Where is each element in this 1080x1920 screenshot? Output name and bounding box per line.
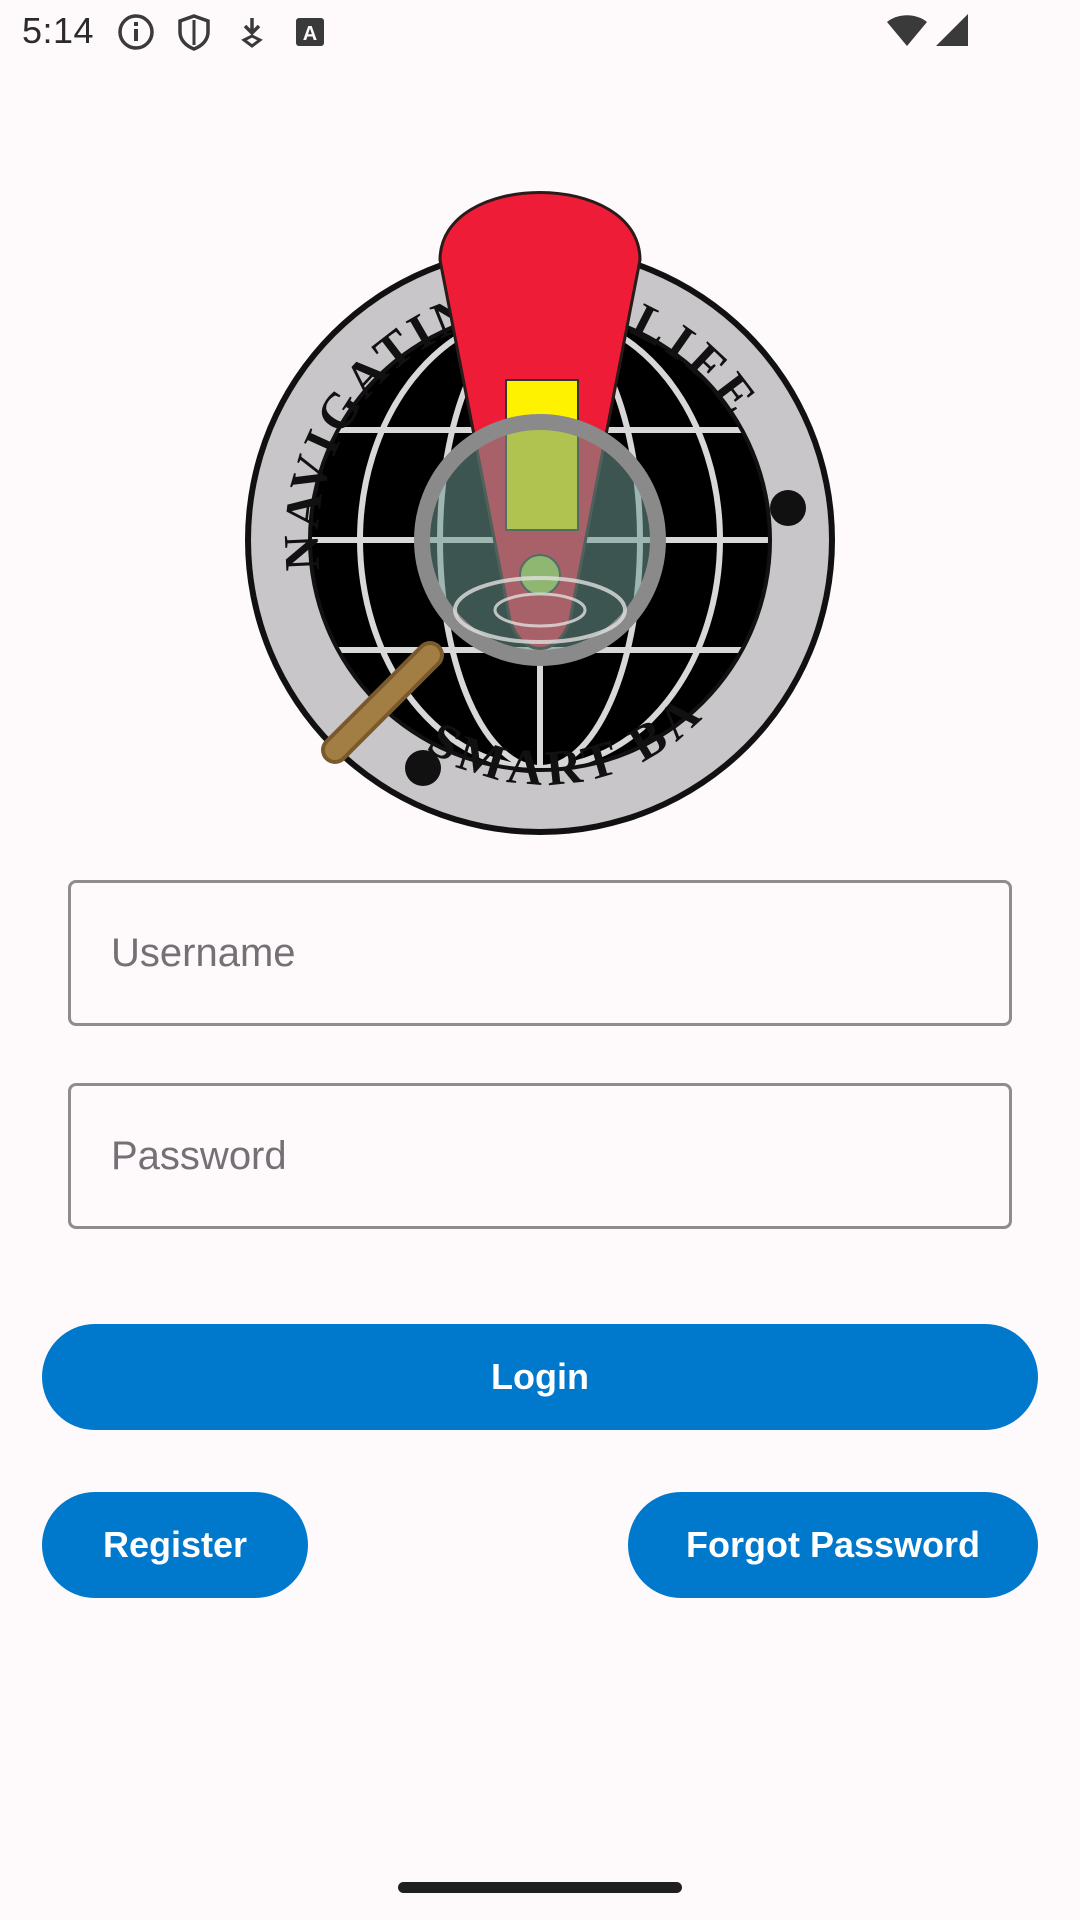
svg-text:A: A xyxy=(303,23,317,45)
gesture-nav-handle[interactable] xyxy=(398,1882,682,1893)
register-button[interactable]: Register xyxy=(42,1492,308,1598)
status-bar: 5:14 A xyxy=(0,0,1080,64)
info-icon xyxy=(116,12,156,52)
keyboard-icon: A xyxy=(292,12,328,52)
password-input[interactable] xyxy=(71,1086,1009,1226)
username-input[interactable] xyxy=(71,883,1009,1023)
login-screen: 5:14 A NAVIGATI LIFE SMART BA Username L… xyxy=(0,0,1080,1920)
login-button[interactable]: Login xyxy=(42,1324,1038,1430)
password-field[interactable] xyxy=(68,1083,1012,1229)
wifi-icon xyxy=(886,14,928,48)
forgot-password-button[interactable]: Forgot Password xyxy=(628,1492,1038,1598)
shield-icon xyxy=(174,12,214,52)
status-time: 5:14 xyxy=(22,10,95,51)
app-logo: NAVIGATING LIFE SMART BAG xyxy=(240,190,840,840)
username-field[interactable] xyxy=(68,880,1012,1026)
download-icon xyxy=(234,12,270,52)
cell-signal-icon xyxy=(934,12,970,48)
